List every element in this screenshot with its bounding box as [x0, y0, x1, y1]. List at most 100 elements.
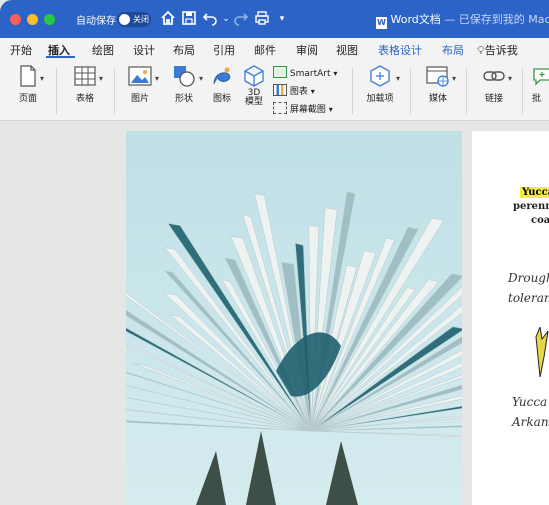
smartart-icon [273, 66, 287, 78]
smartart-label: SmartArt [289, 69, 331, 79]
screenshot-button[interactable]: 屏幕截图 ▾ [273, 102, 333, 115]
table-label: 表格 [75, 94, 94, 104]
page-icon [20, 65, 36, 87]
shapes-icon [174, 66, 195, 87]
tab-view[interactable]: 视图 [336, 42, 358, 58]
yucca-plant-sketch [535, 327, 549, 377]
icons-label: 图标 [212, 94, 231, 104]
shapes-button[interactable]: 形状 [166, 64, 202, 104]
tab-draw[interactable]: 绘图 [92, 42, 114, 58]
toggle-knob [119, 14, 130, 25]
document-title: W Word文档 — 已保存到我的 Mac [376, 11, 549, 29]
zoom-window-button[interactable] [44, 14, 55, 25]
tab-mailings[interactable]: 邮件 [254, 42, 276, 58]
picture-icon [128, 66, 152, 86]
page2-heading: Yucca [520, 187, 549, 198]
picture-button[interactable]: 图片 [124, 64, 156, 104]
icons-icon [213, 67, 231, 85]
screenshot-dropdown-icon: ▾ [328, 105, 333, 114]
media-label: 媒体 [428, 94, 447, 104]
document-name: Word文档 [390, 13, 441, 26]
tab-references[interactable]: 引用 [213, 42, 235, 58]
tab-review[interactable]: 审阅 [296, 42, 318, 58]
table-dropdown-icon[interactable]: ▾ [99, 74, 103, 83]
palm-leaf-image [126, 131, 462, 505]
comment-icon [533, 68, 549, 86]
link-label: 链接 [484, 94, 503, 104]
smartart-button[interactable]: SmartArt ▾ [273, 66, 337, 79]
customize-toolbar-icon[interactable]: ▾ [273, 10, 291, 28]
ribbon-divider [410, 68, 411, 114]
autosave-label: 自动保存 [76, 16, 116, 27]
tab-design[interactable]: 设计 [133, 42, 155, 58]
cube-icon [244, 65, 264, 87]
media-button[interactable]: 媒体 [420, 64, 456, 104]
ribbon-divider [466, 68, 467, 114]
link-button[interactable]: 链接 [476, 64, 512, 104]
ribbon-divider [522, 68, 523, 114]
table-button[interactable]: 表格 [66, 64, 104, 104]
document-save-status: — 已保存到我的 Mac [440, 13, 549, 26]
picture-dropdown-icon[interactable]: ▾ [155, 74, 159, 83]
page-label: 页面 [18, 94, 37, 104]
page2-text-line: coa [531, 215, 549, 226]
table-icon [74, 66, 96, 86]
addins-button[interactable]: 加载项 [362, 64, 398, 104]
ribbon-toolbar: 页面 ▾ 表格 ▾ 图片 ▾ 形状 ▾ 图标 3D 模型 SmartArt ▾ 图… [0, 60, 549, 121]
smartart-dropdown-icon: ▾ [333, 69, 338, 78]
chart-icon [273, 84, 287, 96]
active-tab-indicator [46, 56, 75, 58]
link-icon [483, 71, 505, 81]
ribbon-divider [114, 68, 115, 114]
media-dropdown-icon[interactable]: ▾ [452, 74, 456, 83]
handwritten-note: Yucca [512, 395, 548, 409]
home-icon[interactable] [159, 10, 177, 28]
minimize-window-button[interactable] [27, 14, 38, 25]
chart-button[interactable]: 图表 ▾ [273, 84, 315, 97]
page-dropdown-icon[interactable]: ▾ [40, 74, 44, 83]
chart-dropdown-icon: ▾ [310, 87, 315, 96]
screenshot-icon [273, 102, 287, 114]
tab-home[interactable]: 开始 [10, 42, 32, 58]
media-icon [426, 66, 449, 87]
handwritten-note: Drought [508, 271, 549, 285]
autosave-toggle[interactable]: 关闭 [117, 12, 151, 27]
link-dropdown-icon[interactable]: ▾ [508, 74, 512, 83]
ribbon-tabs: 开始 插入 绘图 设计 布局 引用 邮件 审阅 视图 表格设计 布局 💡︎告诉我 [0, 38, 549, 60]
3d-label-line2: 模型 [244, 97, 263, 107]
3d-models-button[interactable]: 3D 模型 [240, 64, 268, 107]
shapes-dropdown-icon[interactable]: ▾ [199, 74, 203, 83]
ribbon-divider [56, 68, 57, 114]
tab-table-layout[interactable]: 布局 [442, 42, 464, 58]
addins-label: 加载项 [366, 94, 394, 104]
icons-button[interactable]: 图标 [208, 64, 236, 104]
picture-label: 图片 [130, 94, 149, 104]
autosave-state: 关闭 [133, 15, 149, 24]
save-icon[interactable] [180, 10, 198, 28]
redo-icon[interactable] [232, 10, 250, 28]
addins-icon [370, 65, 390, 87]
lightbulb-icon: 💡︎ [477, 44, 485, 57]
screenshot-label: 屏幕截图 [289, 105, 326, 115]
close-window-button[interactable] [10, 14, 21, 25]
word-doc-icon: W [376, 17, 387, 29]
comment-label: 批 [532, 94, 542, 104]
tab-layout[interactable]: 布局 [173, 42, 195, 58]
chart-label: 图表 [289, 87, 308, 97]
page2-text-line: perenn [513, 201, 549, 212]
handwritten-note: Arkansa [512, 415, 549, 429]
tell-me-label: 告诉我 [484, 44, 518, 57]
comment-button[interactable]: 批 [532, 64, 549, 104]
title-bar: 自动保存 关闭 ⌄ ▾ W Word文档 — 已保存到我的 Mac [0, 0, 549, 38]
addins-dropdown-icon[interactable]: ▾ [396, 74, 400, 83]
document-page[interactable]: Yucca perenn coa Drought tolerant Yucca … [472, 131, 549, 505]
palm-photo[interactable] [126, 131, 462, 505]
ribbon-divider [352, 68, 353, 114]
tell-me-search[interactable]: 💡︎告诉我 [477, 42, 518, 58]
3d-models-label: 3D 模型 [240, 89, 268, 107]
shapes-label: 形状 [174, 94, 193, 104]
print-icon[interactable] [253, 10, 271, 28]
handwritten-note: tolerant [508, 291, 549, 305]
tab-table-design[interactable]: 表格设计 [378, 42, 422, 58]
page-button[interactable]: 页面 [12, 64, 44, 104]
